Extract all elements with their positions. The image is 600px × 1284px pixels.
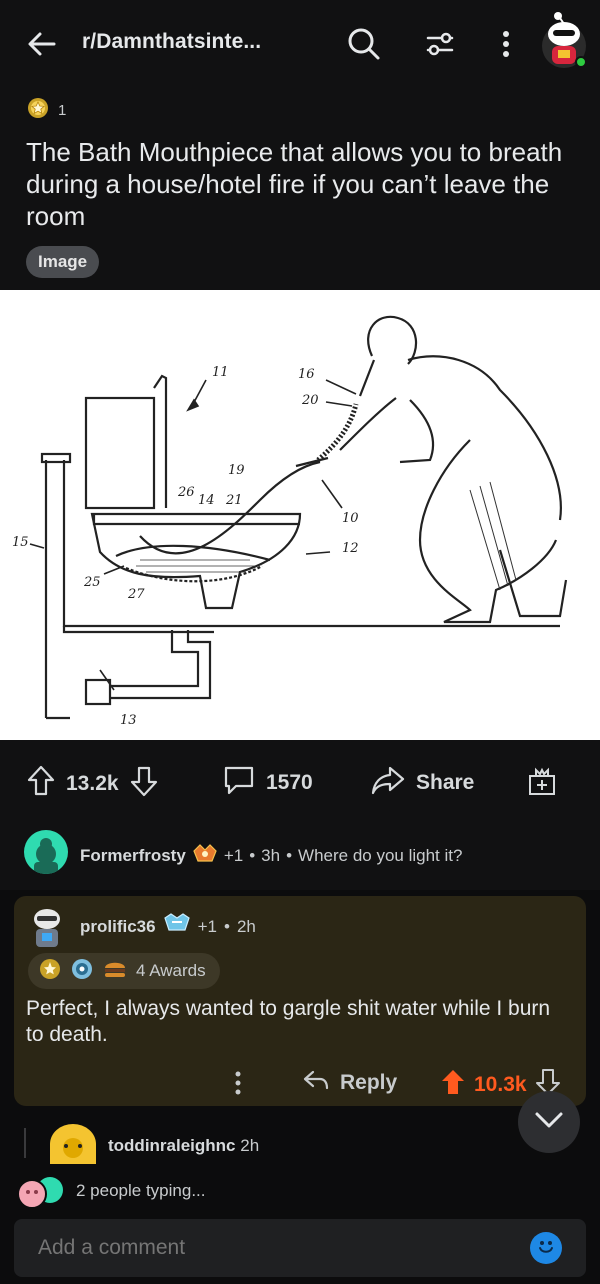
- awards-label: 4 Awards: [136, 961, 206, 980]
- figure-label: 16: [298, 367, 315, 382]
- scroll-down-button[interactable]: [518, 1091, 580, 1153]
- comment-body: Perfect, I always wanted to gargle shit …: [26, 997, 551, 1046]
- comment-age: 2h: [240, 1136, 260, 1155]
- figure-label: 13: [120, 713, 137, 728]
- figure-label: 27: [127, 587, 145, 602]
- share-label: Share: [416, 771, 475, 794]
- flair-award-icon: [192, 841, 218, 870]
- more-vertical-icon[interactable]: [486, 24, 526, 64]
- comment-collapsed-line: Formerfrosty +1 • 3h • Where do you ligh…: [80, 841, 462, 870]
- comment-age: 2h: [236, 916, 256, 936]
- figure-label: 11: [212, 365, 229, 380]
- more-options-icon[interactable]: [232, 1069, 244, 1097]
- comment-header: prolific36 +1 • 2h: [80, 912, 256, 941]
- commenter-avatar[interactable]: [50, 1124, 96, 1164]
- typing-indicator: 2 people typing...: [76, 1181, 206, 1200]
- commenter-avatar[interactable]: [24, 830, 68, 874]
- comment-composer[interactable]: [14, 1219, 586, 1277]
- comment-username[interactable]: toddinraleighnc: [108, 1136, 236, 1155]
- post-header: 1 The Bath Mouthpiece that allows you to…: [0, 88, 600, 290]
- upvote-count: 13.2k: [66, 772, 119, 795]
- figure-label: 21: [225, 493, 243, 508]
- online-status-dot: [575, 56, 587, 68]
- comment-header: toddinraleighnc 2h: [108, 1136, 259, 1156]
- helpful-award-icon: [70, 957, 94, 986]
- comments-button[interactable]: 1570: [222, 764, 313, 802]
- gold-award-icon: [38, 957, 62, 986]
- post-image[interactable]: 11 16 20 19 26 14 21 10 12 15 25 27 13: [0, 290, 600, 740]
- comment-input[interactable]: [38, 1236, 309, 1260]
- downvote-arrow-icon[interactable]: [129, 764, 159, 804]
- burger-award-icon: [102, 958, 128, 985]
- typing-avatars: [14, 1174, 70, 1210]
- upvote-arrow-icon[interactable]: [26, 764, 56, 804]
- meta-dot: •: [223, 916, 230, 936]
- reply-button[interactable]: Reply: [302, 1068, 397, 1098]
- reply-label: Reply: [340, 1071, 398, 1094]
- flair-award-icon: [163, 912, 191, 941]
- award-count: 1: [58, 101, 67, 119]
- figure-label: 26: [177, 485, 195, 500]
- filter-icon[interactable]: [420, 24, 460, 64]
- comment-preview: Where do you light it?: [298, 845, 463, 865]
- upvote-filled-icon[interactable]: [440, 1068, 466, 1102]
- post-awards[interactable]: 1: [26, 96, 66, 124]
- post-title: The Bath Mouthpiece that allows you to b…: [26, 137, 563, 231]
- commenter-avatar[interactable]: [26, 905, 68, 949]
- comment-bubble-icon: [222, 764, 256, 802]
- reply-arrow-icon: [302, 1068, 330, 1098]
- comment-username[interactable]: prolific36: [80, 917, 156, 937]
- vote-group: 13.2k: [26, 764, 159, 804]
- back-arrow-icon[interactable]: [24, 26, 60, 62]
- award-plus: +1: [223, 845, 244, 865]
- award-plus: +1: [197, 916, 217, 936]
- awards-pill[interactable]: 4 Awards: [28, 953, 220, 989]
- figure-label: 25: [83, 575, 101, 590]
- figure-label: 15: [12, 535, 29, 550]
- award-icon: [26, 96, 50, 124]
- thread-line[interactable]: [24, 1128, 26, 1158]
- share-button[interactable]: Share: [370, 764, 474, 802]
- award-gift-button[interactable]: [526, 766, 558, 804]
- search-icon[interactable]: [344, 24, 384, 64]
- figure-label: 10: [342, 511, 359, 526]
- subreddit-name[interactable]: r/Damnthatsinte...: [82, 30, 261, 54]
- emoji-button[interactable]: [530, 1232, 562, 1264]
- figure-label: 20: [301, 393, 319, 408]
- figure-label: 14: [198, 493, 215, 508]
- meta-dot: •: [286, 845, 293, 865]
- gift-icon: [526, 766, 558, 804]
- figure-label: 19: [228, 463, 245, 478]
- comment-count: 1570: [266, 771, 313, 794]
- smiley-icon: [533, 1233, 559, 1264]
- comment-age: 3h: [261, 845, 281, 865]
- share-arrow-icon: [370, 764, 406, 802]
- comment-username[interactable]: Formerfrosty: [80, 846, 186, 866]
- chevron-down-icon: [534, 1111, 564, 1134]
- post-flair[interactable]: Image: [26, 246, 100, 278]
- figure-label: 12: [342, 541, 359, 556]
- comment-vote-count: 10.3k: [474, 1073, 527, 1096]
- meta-dot: •: [249, 845, 256, 865]
